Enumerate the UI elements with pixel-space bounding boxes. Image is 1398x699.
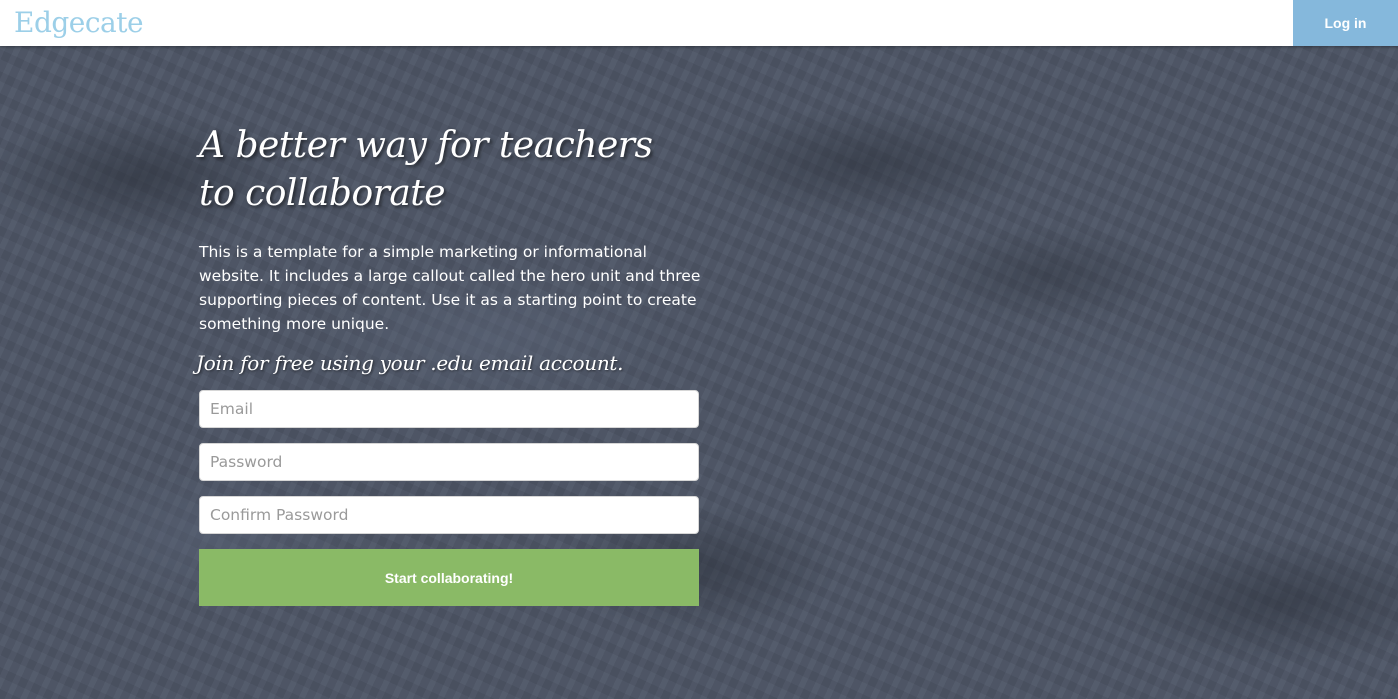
signup-form: Start collaborating! <box>199 390 699 606</box>
top-navbar: Edgecate Log in <box>0 0 1398 46</box>
email-input[interactable] <box>199 390 699 428</box>
hero-lead-text: This is a template for a simple marketin… <box>199 243 701 333</box>
hero-headline-line1: A better way for teachers <box>199 125 653 166</box>
hero-headline-line2: to collaborate <box>199 173 446 214</box>
confirm-password-input[interactable] <box>199 496 699 534</box>
hero-content: A better way for teachers to collaborate… <box>196 122 700 606</box>
hero-section: A better way for teachers to collaborate… <box>0 46 1398 699</box>
brand-logo-link[interactable]: Edgecate <box>14 3 144 43</box>
start-collaborating-button[interactable]: Start collaborating! <box>199 549 699 606</box>
password-input[interactable] <box>199 443 699 481</box>
login-button[interactable]: Log in <box>1293 0 1398 46</box>
hero-headline: A better way for teachers to collaborate <box>199 122 719 218</box>
join-prompt: Join for free using your .edu email acco… <box>196 351 624 375</box>
